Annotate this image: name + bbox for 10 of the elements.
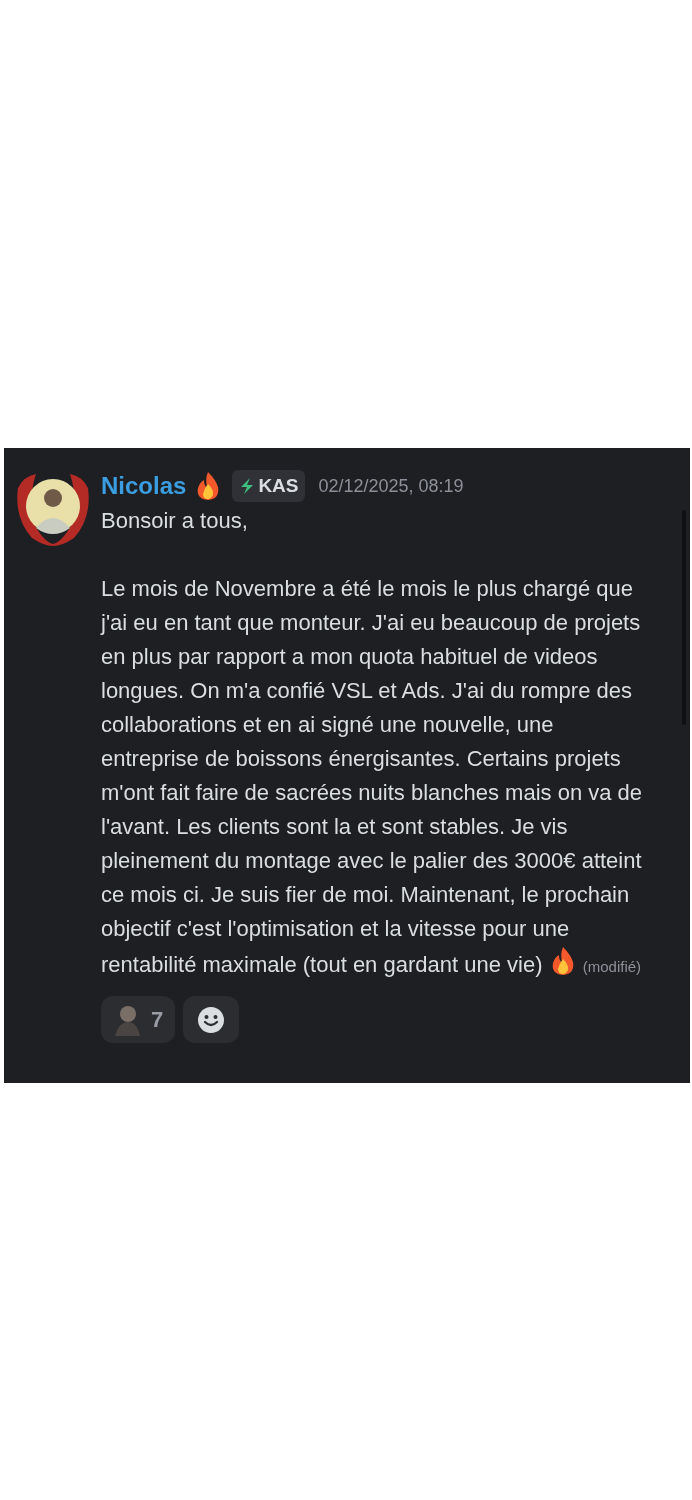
reaction-button[interactable]: 7 (101, 996, 176, 1043)
edited-label: (modifié) (582, 958, 642, 975)
message-text: Le mois de Novembre a été le mois le plus chargé que j'ai eu en tant que monteur. J'ai eu beaucoup de projets en plus par rapport a mon quota habituel de videos longues. On m'a confié VSL et Ads. J'ai du rompre des collaborations et en ai signé une nouvelle, une entreprise de boissons énergisantes. Certains projets m'ont fait faire de sacrées nuits blanches mais on va de l'avant. Les clients sont la et sont stables. Je vis pleinement du montage avec le palier des 3000€ atteint ce mois ci. Je suis fier de moi. Maintenant, le prochain objectif c'est l'optimisation et la vitesse pour une rentabilité maximale (tout en gardant une vie) (modifié) (101, 575, 644, 979)
author-name[interactable]: Nicolas (101, 468, 187, 504)
message-text: Bonsoir a tous, (101, 507, 249, 535)
person-icon (113, 1003, 141, 1036)
role-badge: KAS (232, 469, 305, 503)
smiley-icon (197, 1005, 226, 1034)
add-reaction-button[interactable] (183, 996, 240, 1043)
timestamp: 02/12/2025, 08:19 (318, 474, 464, 498)
